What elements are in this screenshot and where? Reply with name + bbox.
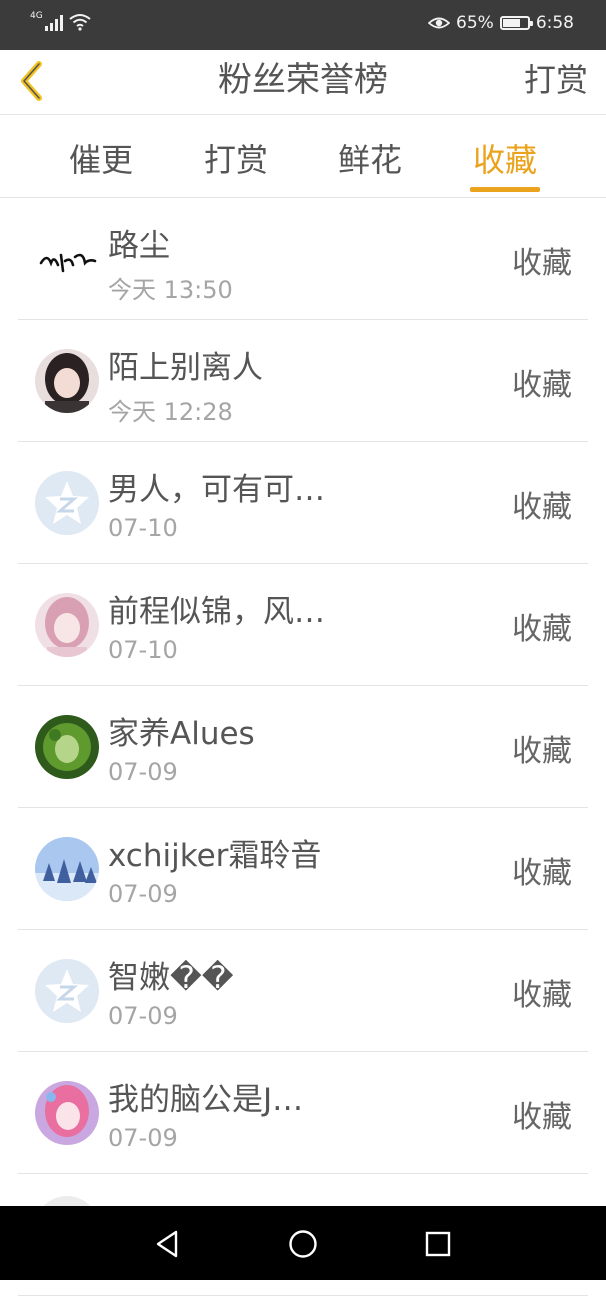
status-bar: 4G 65% 6:58: [0, 0, 606, 50]
tab-favorites[interactable]: 收藏: [450, 135, 560, 181]
status-left: 4G: [30, 11, 91, 31]
timestamp: 今天 12:28: [108, 398, 233, 426]
list-item[interactable]: 家养Alues 07-09 收藏: [0, 686, 606, 808]
action-label: 收藏: [512, 734, 572, 769]
timestamp: 07-10: [108, 514, 178, 542]
action-label: 收藏: [512, 612, 572, 647]
avatar: [35, 471, 99, 535]
timestamp: 07-10: [108, 636, 178, 664]
user-name: 路尘: [108, 228, 170, 264]
action-label: 收藏: [512, 246, 572, 281]
action-label: 收藏: [512, 368, 572, 403]
action-label: 收藏: [512, 856, 572, 891]
list-item[interactable]: xchijker霜聆音 07-09 收藏: [0, 808, 606, 930]
list-item[interactable]: 男人，可有可… 07-10 收藏: [0, 442, 606, 564]
timestamp: 07-09: [108, 758, 178, 786]
list-item[interactable]: 陌上别离人 今天 12:28 收藏: [0, 320, 606, 442]
list-item[interactable]: 路尘 今天 13:50 收藏: [0, 198, 606, 320]
user-name: 前程似锦，风…: [108, 594, 325, 630]
triangle-back-icon[interactable]: [152, 1228, 184, 1260]
list-item[interactable]: 我的脑公是J… 07-09 收藏: [0, 1052, 606, 1174]
user-name: 陌上别离人: [108, 350, 263, 386]
avatar: [35, 593, 99, 657]
page-title: 粉丝荣誉榜: [218, 60, 388, 100]
avatar: [35, 715, 99, 779]
square-recents-icon[interactable]: [422, 1228, 454, 1260]
tab-bar: 催更 打赏 鲜花 收藏: [0, 115, 606, 198]
status-right: 65% 6:58: [428, 13, 574, 33]
clock: 6:58: [535, 13, 574, 33]
tab-flowers[interactable]: 鲜花: [315, 135, 425, 181]
avatar: [35, 349, 99, 413]
app-header: 粉丝荣誉榜 打赏: [0, 50, 606, 115]
list-item[interactable]: 前程似锦，风… 07-10 收藏: [0, 564, 606, 686]
user-name: 我的脑公是J…: [108, 1082, 304, 1118]
fan-list: 路尘 今天 13:50 收藏 陌上别离人 今天 12:28 收藏 男人，可有可……: [0, 198, 606, 1296]
action-label: 收藏: [512, 1100, 572, 1135]
user-name: 家养Alues: [108, 716, 255, 752]
timestamp: 07-09: [108, 1002, 178, 1030]
timestamp: 07-09: [108, 880, 178, 908]
battery-icon: [499, 16, 533, 30]
avatar: [35, 959, 99, 1023]
action-label: 收藏: [512, 978, 572, 1013]
tab-reward[interactable]: 打赏: [181, 135, 291, 181]
eye-comfort-icon: [428, 17, 451, 29]
action-label: 收藏: [512, 490, 572, 525]
signal-icon: [44, 15, 63, 31]
avatar: [35, 1081, 99, 1145]
user-name: 男人，可有可…: [108, 472, 325, 508]
circle-home-icon[interactable]: [287, 1228, 319, 1260]
network-type: 4G: [30, 11, 43, 21]
list-item[interactable]: 智嫩�� 07-09 收藏: [0, 930, 606, 1052]
user-name: 智嫩��: [108, 960, 234, 996]
tab-urge[interactable]: 催更: [46, 135, 156, 181]
avatar: [35, 837, 99, 901]
reward-button[interactable]: 打赏: [524, 50, 588, 110]
timestamp: 07-09: [108, 1124, 178, 1152]
avatar: [35, 227, 99, 291]
battery-percent: 65%: [456, 13, 494, 33]
timestamp: 今天 13:50: [108, 276, 233, 304]
wifi-icon: [69, 14, 91, 31]
user-name: xchijker霜聆音: [108, 838, 322, 874]
active-tab-indicator: [470, 187, 540, 192]
system-nav-bar: [0, 1206, 606, 1280]
